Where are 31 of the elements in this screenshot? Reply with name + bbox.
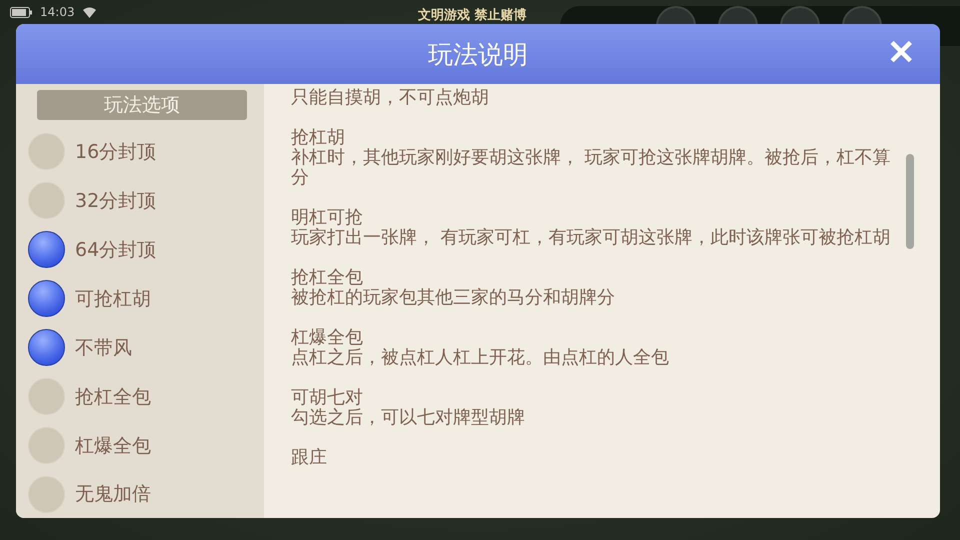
option-label: 可抢杠胡: [75, 286, 151, 312]
close-button[interactable]: ✕: [880, 32, 922, 74]
rule-title: 杠爆全包: [291, 328, 364, 348]
radio-button[interactable]: [28, 280, 65, 318]
wifi-icon: [82, 6, 96, 18]
option-label: 不带风: [75, 336, 132, 361]
option-label: 抢杠全包: [75, 384, 151, 410]
dialog-title: 玩法说明: [428, 38, 528, 70]
status-time: 14:03: [40, 5, 75, 19]
rule-title: 明杠可抢: [291, 208, 364, 228]
option-label: 64分封顶: [75, 238, 156, 263]
rule-title: 跟庄: [291, 448, 328, 468]
rule-description: 点杠之后，被点杠人杠上开花。由点杠的人全包: [291, 348, 670, 368]
rule-description: 补杠时，其他玩家刚好要胡这张牌， 玩家可抢这张牌胡牌。被抢后，杠不算分: [291, 148, 892, 188]
options-title: 玩法选项: [37, 90, 247, 120]
option-label: 无鬼加倍: [75, 482, 151, 508]
rule-title: 可胡七对: [291, 388, 364, 408]
rule-title: 抢杠全包: [291, 268, 364, 288]
battery-icon: [10, 6, 32, 18]
option-label: 32分封顶: [75, 188, 156, 214]
rule-title: 抢杠胡: [291, 128, 346, 148]
rule-description: 玩家打出一张牌， 有玩家可杠，有玩家可胡这张牌，此时该牌张可被抢杠胡: [291, 228, 892, 248]
rule-description: 被抢杠的玩家包其他三家的马分和胡牌分: [291, 288, 616, 308]
option-label: 16分封顶: [75, 140, 156, 165]
banner-text: 文明游戏 禁止赌博: [418, 6, 527, 24]
radio-button[interactable]: [28, 231, 65, 268]
rule-description: 勾选之后，可以七对牌型胡牌: [291, 408, 526, 428]
radio-button[interactable]: [28, 329, 65, 366]
scrollbar[interactable]: [906, 154, 914, 249]
rule-description: 只能自摸胡，不可点炮胡: [291, 88, 490, 108]
option-label: 杠爆全包: [75, 434, 151, 459]
